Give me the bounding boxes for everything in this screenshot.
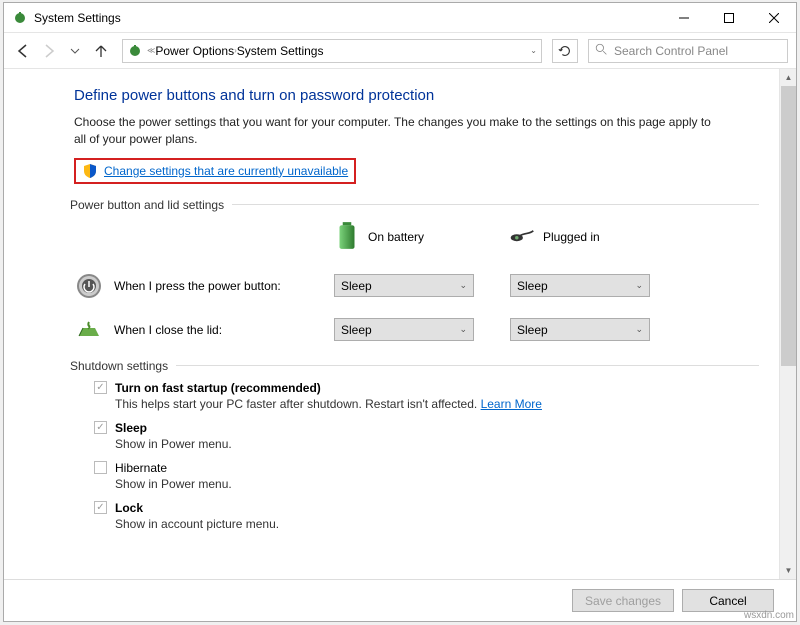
vertical-scrollbar[interactable]: ▲ ▼ bbox=[779, 69, 796, 579]
breadcrumb-item[interactable]: Power Options bbox=[155, 44, 234, 58]
shutdown-settings-list: Turn on fast startup (recommended) This … bbox=[94, 381, 759, 531]
plug-icon bbox=[509, 220, 535, 255]
hibernate-label: Hibernate bbox=[115, 461, 167, 475]
lid-label: When I close the lid: bbox=[114, 323, 334, 337]
forward-button[interactable] bbox=[38, 40, 60, 62]
up-button[interactable] bbox=[90, 40, 112, 62]
breadcrumb-sep-icon: ≪ bbox=[147, 46, 155, 55]
lid-row: When I close the lid: Sleep⌄ Sleep⌄ bbox=[74, 315, 759, 345]
fast-startup-option: Turn on fast startup (recommended) This … bbox=[94, 381, 759, 411]
learn-more-link[interactable]: Learn More bbox=[481, 397, 542, 411]
lock-option: Lock Show in account picture menu. bbox=[94, 501, 759, 531]
app-icon bbox=[12, 10, 28, 26]
search-input[interactable]: Search Control Panel bbox=[588, 39, 788, 63]
window: System Settings ≪ Power Options › System… bbox=[3, 2, 797, 622]
breadcrumb-item[interactable]: System Settings bbox=[237, 44, 324, 58]
toolbar: ≪ Power Options › System Settings ⌄ Sear… bbox=[4, 33, 796, 69]
lock-label: Lock bbox=[115, 501, 143, 515]
search-placeholder: Search Control Panel bbox=[614, 44, 728, 58]
scroll-up-icon[interactable]: ▲ bbox=[780, 69, 796, 86]
fast-startup-label: Turn on fast startup (recommended) bbox=[115, 381, 321, 395]
window-buttons bbox=[661, 3, 796, 32]
chevron-down-icon: ⌄ bbox=[635, 280, 643, 291]
window-title: System Settings bbox=[34, 11, 661, 25]
chevron-down-icon: ⌄ bbox=[459, 324, 467, 335]
search-icon bbox=[595, 43, 608, 59]
chevron-down-icon: ⌄ bbox=[635, 324, 643, 335]
back-button[interactable] bbox=[12, 40, 34, 62]
titlebar: System Settings bbox=[4, 3, 796, 33]
lid-icon bbox=[74, 315, 104, 345]
fast-startup-desc: This helps start your PC faster after sh… bbox=[115, 397, 759, 411]
power-button-icon bbox=[74, 271, 104, 301]
power-columns-header: On battery Plugged in bbox=[74, 220, 759, 255]
footer: Save changes Cancel bbox=[4, 579, 796, 621]
change-settings-link[interactable]: Change settings that are currently unava… bbox=[104, 164, 348, 178]
hibernate-desc: Show in Power menu. bbox=[115, 477, 759, 491]
plugged-in-label: Plugged in bbox=[543, 230, 600, 244]
watermark: wsxdn.com bbox=[744, 610, 794, 621]
power-button-section-label: Power button and lid settings bbox=[70, 198, 759, 212]
hibernate-checkbox[interactable] bbox=[94, 461, 107, 474]
change-settings-link-highlight: Change settings that are currently unava… bbox=[74, 158, 356, 184]
shield-icon bbox=[82, 163, 98, 179]
lock-checkbox[interactable] bbox=[94, 501, 107, 514]
fast-startup-checkbox[interactable] bbox=[94, 381, 107, 394]
power-button-battery-select[interactable]: Sleep⌄ bbox=[334, 274, 474, 297]
power-button-row: When I press the power button: Sleep⌄ Sl… bbox=[74, 271, 759, 301]
power-button-plugged-select[interactable]: Sleep⌄ bbox=[510, 274, 650, 297]
maximize-button[interactable] bbox=[706, 3, 751, 32]
close-button[interactable] bbox=[751, 3, 796, 32]
page-title: Define power buttons and turn on passwor… bbox=[74, 87, 759, 104]
sleep-desc: Show in Power menu. bbox=[115, 437, 759, 451]
minimize-button[interactable] bbox=[661, 3, 706, 32]
cancel-button[interactable]: Cancel bbox=[682, 589, 774, 612]
scrollbar-thumb[interactable] bbox=[781, 86, 796, 366]
lid-battery-select[interactable]: Sleep⌄ bbox=[334, 318, 474, 341]
lock-desc: Show in account picture menu. bbox=[115, 517, 759, 531]
power-button-label: When I press the power button: bbox=[114, 279, 334, 293]
plugged-in-header: Plugged in bbox=[509, 220, 684, 255]
chevron-down-icon: ⌄ bbox=[459, 280, 467, 291]
battery-icon bbox=[334, 220, 360, 255]
on-battery-header: On battery bbox=[334, 220, 509, 255]
on-battery-label: On battery bbox=[368, 230, 424, 244]
scroll-down-icon[interactable]: ▼ bbox=[780, 562, 796, 579]
power-options-icon bbox=[127, 43, 143, 59]
save-button[interactable]: Save changes bbox=[572, 589, 674, 612]
refresh-button[interactable] bbox=[552, 39, 578, 63]
content-area: Define power buttons and turn on passwor… bbox=[4, 69, 796, 579]
sleep-label: Sleep bbox=[115, 421, 147, 435]
page-subtitle: Choose the power settings that you want … bbox=[74, 114, 714, 148]
lid-plugged-select[interactable]: Sleep⌄ bbox=[510, 318, 650, 341]
sleep-checkbox[interactable] bbox=[94, 421, 107, 434]
chevron-down-icon[interactable]: ⌄ bbox=[530, 46, 537, 55]
sleep-option: Sleep Show in Power menu. bbox=[94, 421, 759, 451]
main-content: Define power buttons and turn on passwor… bbox=[4, 69, 779, 579]
address-bar[interactable]: ≪ Power Options › System Settings ⌄ bbox=[122, 39, 542, 63]
hibernate-option: Hibernate Show in Power menu. bbox=[94, 461, 759, 491]
shutdown-section-label: Shutdown settings bbox=[70, 359, 759, 373]
recent-dropdown[interactable] bbox=[64, 40, 86, 62]
